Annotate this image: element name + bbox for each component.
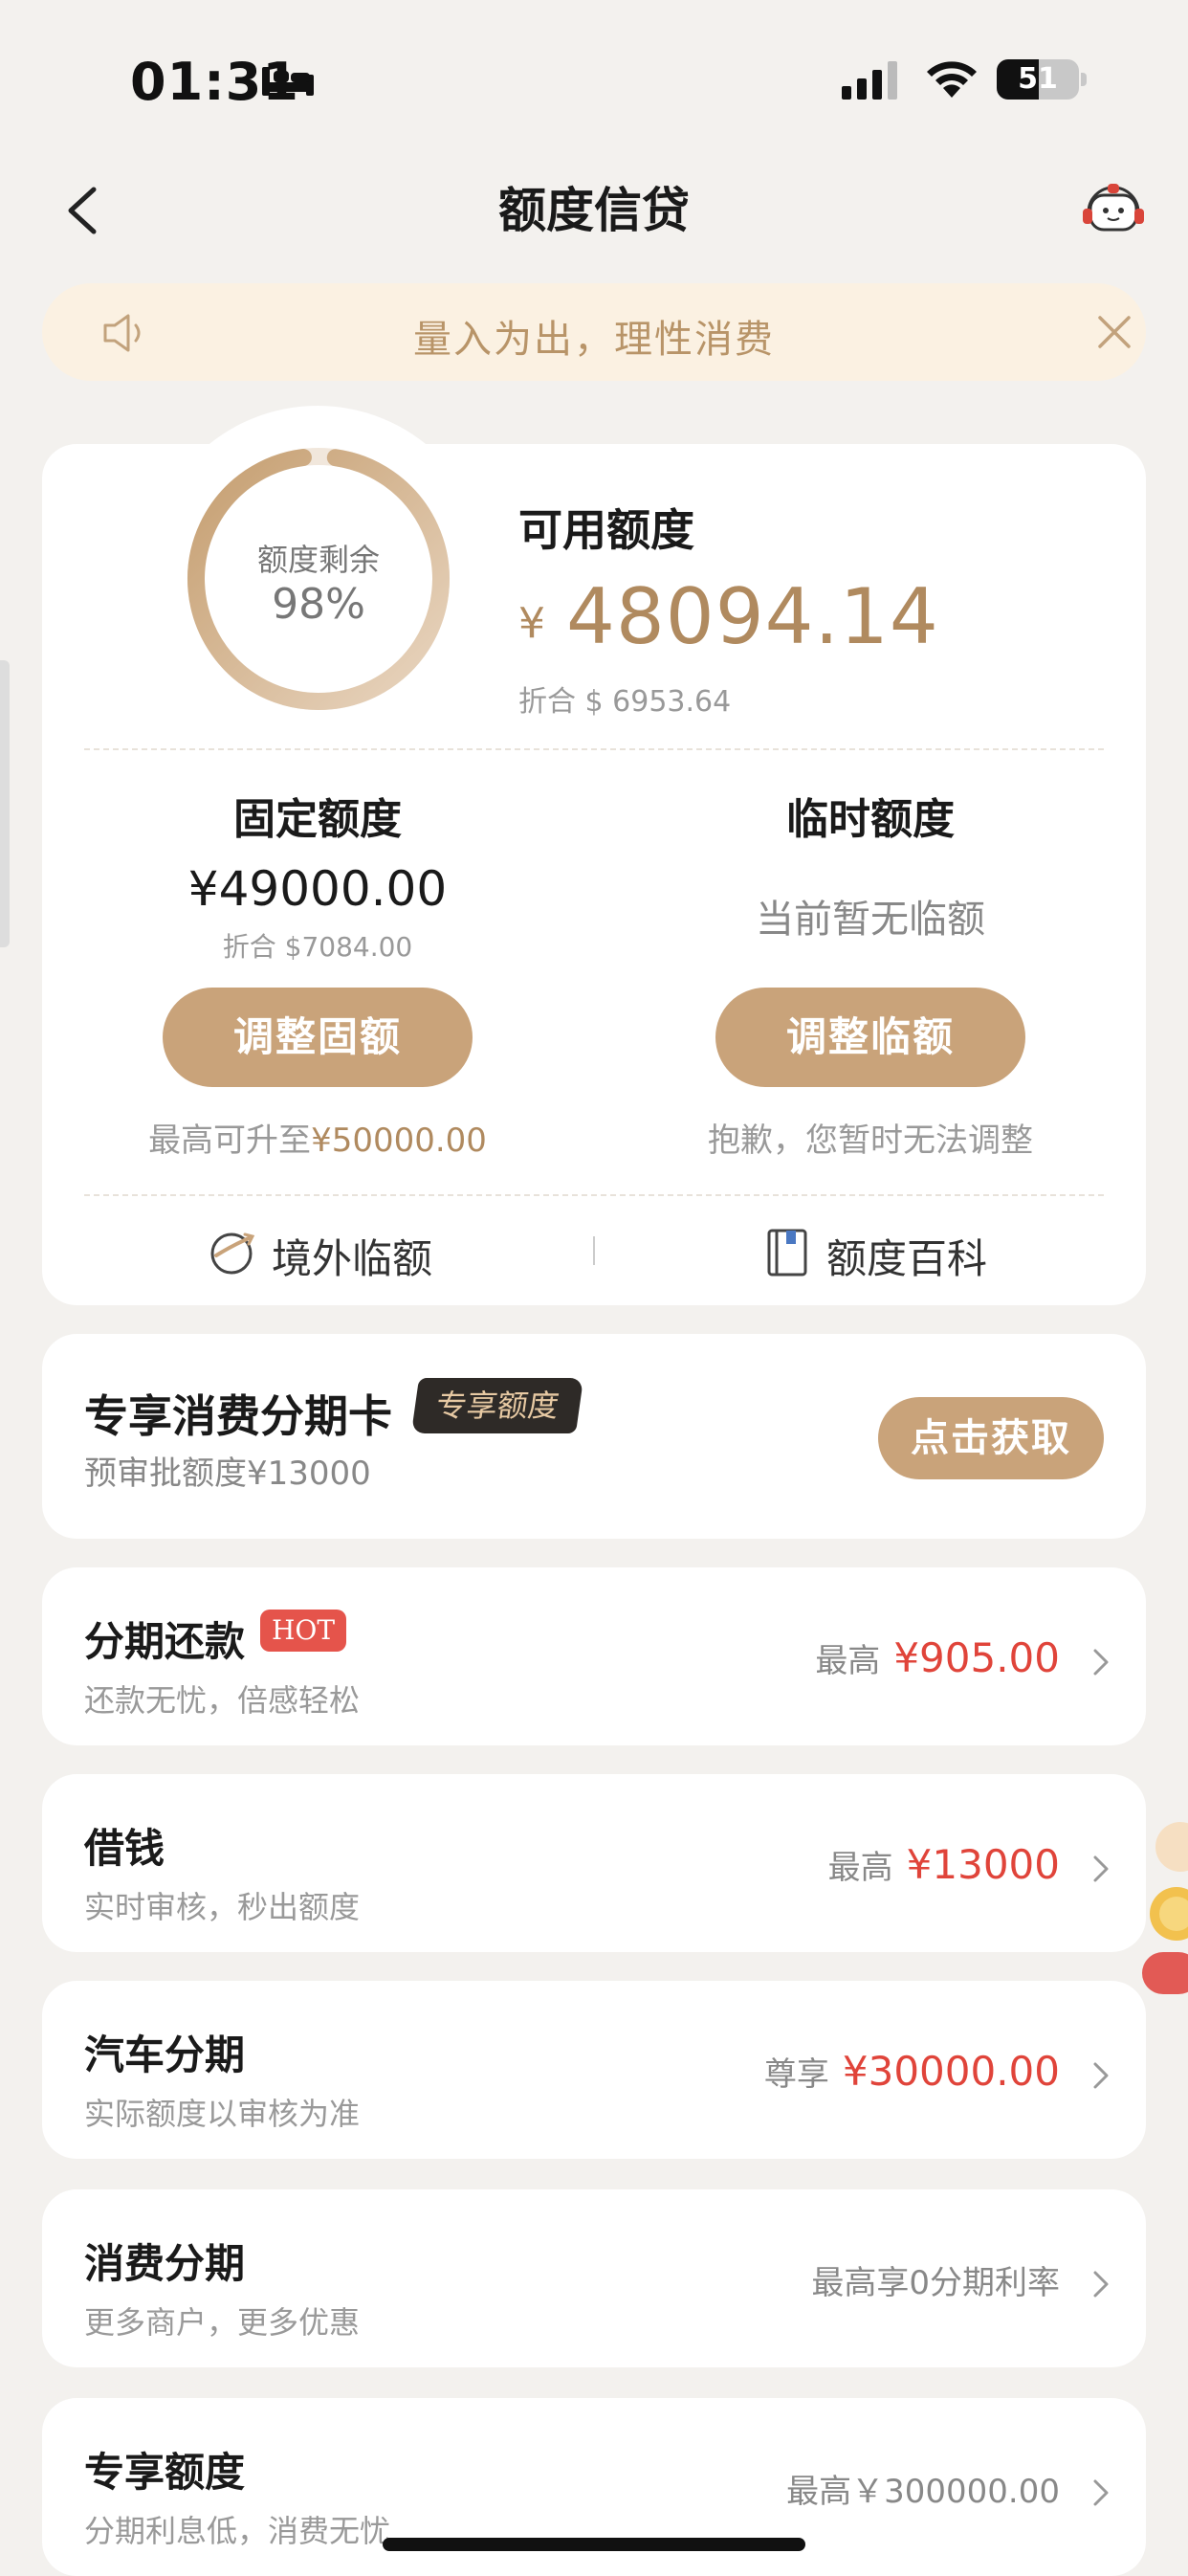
list-item-car-installment[interactable]: 汽车分期 实际额度以审核为准 尊享 ¥30000.00 (42, 1981, 1146, 2159)
fixed-credit-note: 最高可升至¥50000.00 (50, 1114, 585, 1161)
hot-badge: HOT (260, 1610, 347, 1652)
notice-banner: 量入为出，理性消费 (42, 283, 1146, 381)
fixed-credit-section: 固定额度 ¥49000.00 折合 $7084.00 调整固额 最高可升至¥50… (50, 785, 585, 1167)
ring-percentage: 98% (272, 580, 365, 629)
temporary-credit-title: 临时额度 (786, 795, 955, 844)
item-value: 最高 ¥13000 (828, 1841, 1060, 1888)
item-plain-value: 最高￥300000.00 (786, 2473, 1060, 2511)
item-prefix: 尊享 (763, 2055, 829, 2094)
exclusive-card-title: 专享消费分期卡 (84, 1390, 392, 1442)
item-value: 最高 ¥905.00 (815, 1634, 1060, 1681)
item-title: 消费分期 (84, 2240, 246, 2287)
adjust-fixed-credit-button[interactable]: 调整固额 (163, 988, 473, 1087)
fixed-credit-amount: ¥49000.00 (187, 861, 448, 917)
adjust-temporary-credit-button[interactable]: 调整临额 (715, 988, 1025, 1087)
chevron-right-icon (1093, 1855, 1109, 1882)
chevron-right-icon (1093, 2062, 1109, 2089)
exclusive-badge: 专享额度 (410, 1378, 584, 1433)
battery-icon: 51 (997, 59, 1079, 100)
item-prefix: 最高 (815, 1642, 881, 1680)
item-value: 尊享 ¥30000.00 (764, 2048, 1060, 2095)
item-subtitle: 还款无忧，倍感轻松 (84, 1682, 361, 1719)
item-prefix: 最高 (827, 1849, 893, 1887)
item-value: 最高享0分期利率 (811, 2256, 1060, 2303)
item-subtitle: 实时审核，秒出额度 (84, 1889, 361, 1925)
cellular-signal-icon (842, 61, 897, 100)
list-item-installment-repayment[interactable]: 分期还款 HOT 还款无忧，倍感轻松 最高 ¥905.00 (42, 1567, 1146, 1745)
chevron-right-icon (1093, 2479, 1109, 2506)
item-amount: ¥905.00 (893, 1634, 1060, 1681)
fixed-credit-title: 固定额度 (233, 795, 402, 844)
chevron-right-icon (1093, 2271, 1109, 2298)
available-credit-amount: 48094.14 (566, 572, 939, 661)
close-icon[interactable] (1094, 312, 1134, 352)
page-title: 额度信贷 (498, 183, 690, 238)
fixed-credit-converted: 折合 $7084.00 (222, 931, 413, 963)
sleep-focus-icon (262, 67, 314, 96)
item-subtitle: 分期利息低，消费无忧 (84, 2513, 391, 2549)
temporary-credit-section: 临时额度 当前暂无临额 调整临额 抱歉，您暂时无法调整 (603, 785, 1138, 1167)
customer-service-icon[interactable] (1079, 182, 1148, 239)
item-subtitle: 实际额度以审核为准 (84, 2096, 361, 2132)
list-item-consumer-installment[interactable]: 消费分期 更多商户，更多优惠 最高享0分期利率 (42, 2189, 1146, 2367)
credit-wiki-link[interactable]: 额度百科 (761, 1221, 1010, 1288)
overseas-link-label: 境外临额 (272, 1235, 433, 1282)
temporary-credit-note: 抱歉，您暂时无法调整 (708, 1121, 1033, 1160)
item-value: 最高￥300000.00 (786, 2465, 1060, 2512)
overseas-temp-credit-link[interactable]: 境外临额 (207, 1221, 455, 1288)
ring-label: 额度剩余 (256, 542, 380, 578)
available-currency: ¥ (518, 599, 545, 648)
item-title: 专享额度 (84, 2449, 246, 2496)
list-item-borrow[interactable]: 借钱 实时审核，秒出额度 最高 ¥13000 (42, 1774, 1146, 1952)
globe-plane-icon (210, 1232, 255, 1275)
item-subtitle: 更多商户，更多优惠 (84, 2304, 361, 2341)
edge-panel (0, 660, 10, 947)
temporary-credit-status: 当前暂无临额 (756, 898, 985, 942)
available-converted-amount: 折合 $ 6953.64 (518, 685, 732, 719)
nav-bar: 额度信贷 (0, 153, 1188, 258)
status-bar: 01:31 51 (0, 0, 1188, 144)
wifi-icon (927, 61, 977, 98)
get-now-button[interactable]: 点击获取 (878, 1397, 1104, 1479)
fixed-note-prefix: 最高可升至 (148, 1121, 312, 1160)
item-plain-value: 最高享0分期利率 (811, 2264, 1060, 2302)
exclusive-card-subtitle: 预审批额度¥13000 (84, 1455, 371, 1493)
fixed-note-max: ¥50000.00 (311, 1121, 487, 1160)
battery-cap (1081, 73, 1087, 86)
book-icon (767, 1229, 807, 1277)
item-title: 汽车分期 (84, 2032, 246, 2078)
available-credit-label: 可用额度 (518, 504, 694, 556)
notice-text: 量入为出，理性消费 (413, 318, 775, 362)
chevron-right-icon (1093, 1649, 1109, 1676)
exclusive-installment-card[interactable]: 专享消费分期卡 专享额度 预审批额度¥13000 点击获取 (42, 1334, 1146, 1539)
divider (84, 1194, 1104, 1196)
battery-level: 51 (1018, 62, 1058, 96)
floating-promo-icon[interactable] (1138, 1818, 1188, 2000)
home-indicator[interactable] (383, 2538, 805, 2551)
wiki-link-label: 额度百科 (826, 1235, 988, 1282)
item-title: 分期还款 (84, 1618, 246, 1665)
divider (84, 748, 1104, 750)
item-amount: ¥30000.00 (842, 2048, 1060, 2095)
item-title: 借钱 (84, 1825, 165, 1872)
link-separator (593, 1236, 595, 1265)
item-amount: ¥13000 (906, 1841, 1060, 1888)
